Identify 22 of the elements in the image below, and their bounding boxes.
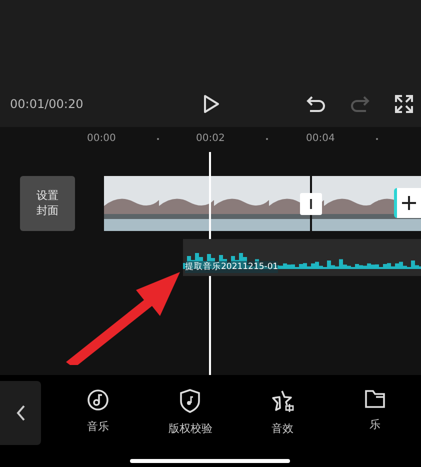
audio-clip[interactable]: 提取音乐20211215-01	[183, 239, 421, 276]
audio-clip-name: 提取音乐20211215-01	[185, 261, 278, 273]
add-clip-button[interactable]	[394, 188, 421, 218]
shield-icon	[179, 389, 202, 413]
chevron-left-icon	[16, 404, 26, 422]
transition-button[interactable]	[300, 193, 322, 215]
playback-time: 00:01/00:20	[10, 96, 84, 110]
ruler-time: 00:02	[196, 133, 225, 144]
music-note-icon	[87, 389, 110, 411]
toolbar-item[interactable]: 乐	[328, 389, 421, 432]
ruler-time: 00:00	[87, 133, 116, 144]
toolbar-item[interactable]: 音效	[236, 389, 329, 436]
undo-button[interactable]	[306, 94, 326, 112]
play-button[interactable]	[201, 94, 221, 114]
ruler-time: 00:04	[306, 133, 335, 144]
plus-icon	[402, 196, 416, 210]
star-icon	[270, 389, 295, 413]
toolbar-item[interactable]: 音乐	[52, 389, 144, 434]
set-cover-button[interactable]: 设置 封面	[20, 176, 75, 231]
fullscreen-button[interactable]	[395, 94, 413, 112]
folder-icon	[364, 389, 386, 409]
toolbar-item[interactable]: 版权校验	[144, 389, 236, 436]
